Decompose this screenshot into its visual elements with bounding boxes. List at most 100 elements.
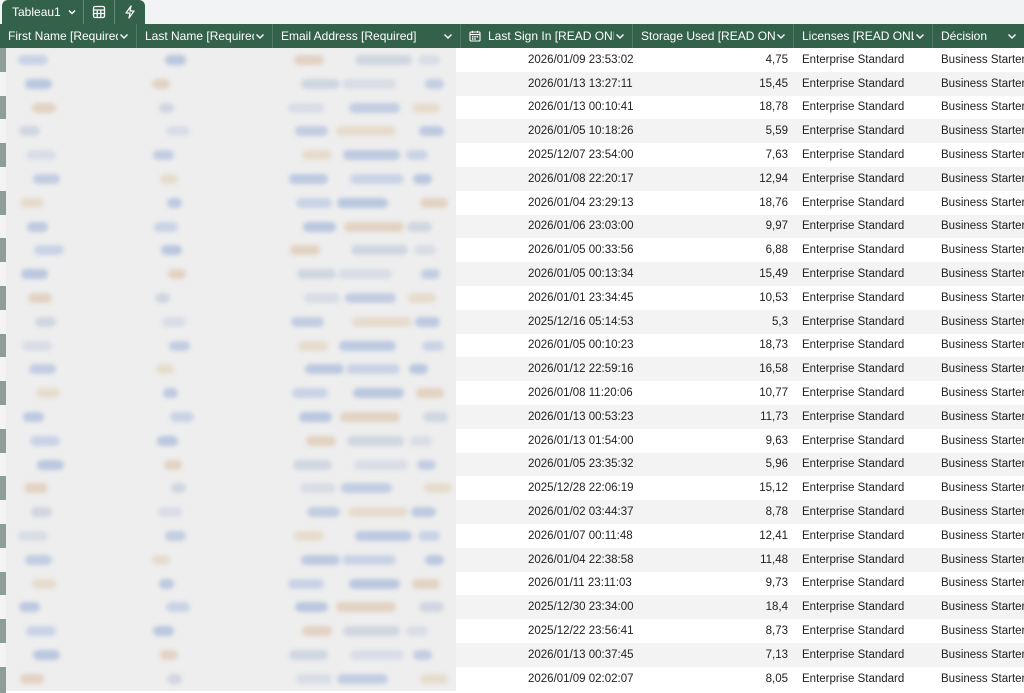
storage-used-cell[interactable]: 12,94 <box>640 167 788 191</box>
storage-used-cell[interactable]: 12,41 <box>640 524 788 548</box>
chevron-down-icon[interactable] <box>1006 30 1018 42</box>
decision-cell[interactable]: Business Starter <box>941 48 1024 72</box>
table-row[interactable]: 2026/01/05 00:10:23 18,73 Enterprise Stand… <box>0 333 1024 358</box>
decision-cell[interactable]: Business Starter <box>941 381 1024 405</box>
table-row[interactable]: 2026/01/13 00:53:23 11,73 Enterprise Stand… <box>0 405 1024 429</box>
license-cell[interactable]: Enterprise Standard <box>802 476 904 500</box>
license-cell[interactable]: Enterprise Standard <box>802 48 904 72</box>
table-row[interactable]: 2026/01/13 00:10:41 18,78 Enterprise Stand… <box>0 95 1024 120</box>
license-cell[interactable]: Enterprise Standard <box>802 262 904 286</box>
decision-cell[interactable]: Business Starter <box>941 72 1024 96</box>
column-header-decision[interactable]: Décision <box>933 24 1024 48</box>
table-row[interactable]: 2026/01/05 10:18:26 5,59 Enterprise Standa… <box>0 119 1024 144</box>
storage-used-cell[interactable]: 5,96 <box>640 453 788 477</box>
decision-cell[interactable]: Business Starter <box>941 143 1024 167</box>
automation-button[interactable] <box>115 0 145 24</box>
table-row[interactable]: 2026/01/09 02:02:07 8,05 Enterprise Standa… <box>0 666 1024 691</box>
last-sign-in-cell[interactable]: 2026/01/05 00:10:23 <box>528 334 634 358</box>
table-row[interactable]: 2026/01/08 11:20:06 10,77 Enterprise Stand… <box>0 381 1024 405</box>
chevron-down-icon[interactable] <box>254 30 266 42</box>
decision-cell[interactable]: Business Starter <box>941 286 1024 310</box>
chevron-down-icon[interactable] <box>118 30 130 42</box>
table-row[interactable]: 2026/01/12 22:59:16 16,58 Enterprise Stand… <box>0 357 1024 382</box>
license-cell[interactable]: Enterprise Standard <box>802 334 904 358</box>
last-sign-in-cell[interactable]: 2025/12/28 22:06:19 <box>528 476 634 500</box>
decision-cell[interactable]: Business Starter <box>941 453 1024 477</box>
license-cell[interactable]: Enterprise Standard <box>802 381 904 405</box>
table-row[interactable]: 2025/12/22 23:56:41 8,73 Enterprise Standa… <box>0 619 1024 643</box>
table-row[interactable]: 2026/01/11 23:11:03 9,73 Enterprise Standa… <box>0 571 1024 596</box>
last-sign-in-cell[interactable]: 2026/01/13 01:54:00 <box>528 429 634 453</box>
chevron-down-icon[interactable] <box>775 30 787 42</box>
decision-cell[interactable]: Business Starter <box>941 215 1024 239</box>
chevron-down-icon[interactable] <box>914 30 926 42</box>
decision-cell[interactable]: Business Starter <box>941 476 1024 500</box>
table-row[interactable]: 2026/01/04 23:29:13 18,76 Enterprise Stand… <box>0 190 1024 215</box>
last-sign-in-cell[interactable]: 2026/01/04 22:38:58 <box>528 548 634 572</box>
license-cell[interactable]: Enterprise Standard <box>802 357 904 381</box>
decision-cell[interactable]: Business Starter <box>941 548 1024 572</box>
last-sign-in-cell[interactable]: 2026/01/08 22:20:17 <box>528 167 634 191</box>
storage-used-cell[interactable]: 11,73 <box>640 405 788 429</box>
license-cell[interactable]: Enterprise Standard <box>802 548 904 572</box>
storage-used-cell[interactable]: 15,12 <box>640 476 788 500</box>
license-cell[interactable]: Enterprise Standard <box>802 595 904 619</box>
decision-cell[interactable]: Business Starter <box>941 238 1024 262</box>
last-sign-in-cell[interactable]: 2026/01/05 23:35:32 <box>528 453 634 477</box>
last-sign-in-cell[interactable]: 2026/01/05 10:18:26 <box>528 119 634 143</box>
license-cell[interactable]: Enterprise Standard <box>802 215 904 239</box>
table-row[interactable]: 2026/01/08 22:20:17 12,94 Enterprise Stand… <box>0 167 1024 191</box>
column-header-last-sign-in[interactable]: Last Sign In [READ ONLY] <box>461 24 633 48</box>
storage-used-cell[interactable]: 7,63 <box>640 143 788 167</box>
decision-cell[interactable]: Business Starter <box>941 405 1024 429</box>
table-row[interactable]: 2026/01/13 01:54:00 9,63 Enterprise Standa… <box>0 428 1024 453</box>
storage-used-cell[interactable]: 15,49 <box>640 262 788 286</box>
table-row[interactable]: 2026/01/05 00:13:34 15,49 Enterprise Stand… <box>0 262 1024 286</box>
last-sign-in-cell[interactable]: 2025/12/07 23:54:00 <box>528 143 634 167</box>
storage-used-cell[interactable]: 8,78 <box>640 500 788 524</box>
decision-cell[interactable]: Business Starter <box>941 119 1024 143</box>
last-sign-in-cell[interactable]: 2026/01/08 11:20:06 <box>528 381 633 405</box>
license-cell[interactable]: Enterprise Standard <box>802 619 904 643</box>
table-row[interactable]: 2025/12/30 23:34:00 18,4 Enterprise Standa… <box>0 595 1024 620</box>
column-header-licenses[interactable]: Licenses [READ ONLY] <box>794 24 933 48</box>
license-cell[interactable]: Enterprise Standard <box>802 72 904 96</box>
table-row[interactable]: 2025/12/07 23:54:00 7,63 Enterprise Standa… <box>0 143 1024 167</box>
table-row[interactable]: 2026/01/09 23:53:02 4,75 Enterprise Standa… <box>0 48 1024 72</box>
last-sign-in-cell[interactable]: 2026/01/01 23:34:45 <box>528 286 634 310</box>
decision-cell[interactable]: Business Starter <box>941 643 1024 667</box>
table-row[interactable]: 2026/01/13 00:37:45 7,13 Enterprise Standa… <box>0 643 1024 667</box>
last-sign-in-cell[interactable]: 2026/01/09 02:02:07 <box>528 667 634 691</box>
decision-cell[interactable]: Business Starter <box>941 262 1024 286</box>
decision-cell[interactable]: Business Starter <box>941 500 1024 524</box>
storage-used-cell[interactable]: 9,97 <box>640 215 788 239</box>
storage-used-cell[interactable]: 5,59 <box>640 119 788 143</box>
chevron-down-icon[interactable] <box>614 30 626 42</box>
last-sign-in-cell[interactable]: 2026/01/12 22:59:16 <box>528 357 634 381</box>
storage-used-cell[interactable]: 16,58 <box>640 357 788 381</box>
table-row[interactable]: 2026/01/13 13:27:11 15,45 Enterprise Stand… <box>0 71 1024 96</box>
storage-used-cell[interactable]: 10,77 <box>640 381 788 405</box>
license-cell[interactable]: Enterprise Standard <box>802 143 904 167</box>
last-sign-in-cell[interactable]: 2026/01/05 00:33:56 <box>528 238 634 262</box>
storage-used-cell[interactable]: 18,76 <box>640 191 788 215</box>
license-cell[interactable]: Enterprise Standard <box>802 167 904 191</box>
decision-cell[interactable]: Business Starter <box>941 191 1024 215</box>
last-sign-in-cell[interactable]: 2026/01/02 03:44:37 <box>528 500 634 524</box>
decision-cell[interactable]: Business Starter <box>941 167 1024 191</box>
storage-used-cell[interactable]: 18,73 <box>640 334 788 358</box>
table-row[interactable]: 2025/12/28 22:06:19 15,12 Enterprise Stand… <box>0 476 1024 501</box>
last-sign-in-cell[interactable]: 2025/12/16 05:14:53 <box>528 310 634 334</box>
column-header-storage-used[interactable]: Storage Used [READ ONLY] <box>633 24 794 48</box>
column-header-last-name[interactable]: Last Name [Required] <box>137 24 273 48</box>
license-cell[interactable]: Enterprise Standard <box>802 310 904 334</box>
last-sign-in-cell[interactable]: 2026/01/13 00:53:23 <box>528 405 634 429</box>
table-row[interactable]: 2026/01/07 00:11:48 12,41 Enterprise Stand… <box>0 524 1024 548</box>
license-cell[interactable]: Enterprise Standard <box>802 191 904 215</box>
chevron-down-icon[interactable] <box>442 30 454 42</box>
decision-cell[interactable]: Business Starter <box>941 357 1024 381</box>
decision-cell[interactable]: Business Starter <box>941 667 1024 691</box>
decision-cell[interactable]: Business Starter <box>941 619 1024 643</box>
storage-used-cell[interactable]: 10,53 <box>640 286 788 310</box>
table-view-button[interactable] <box>84 0 115 24</box>
